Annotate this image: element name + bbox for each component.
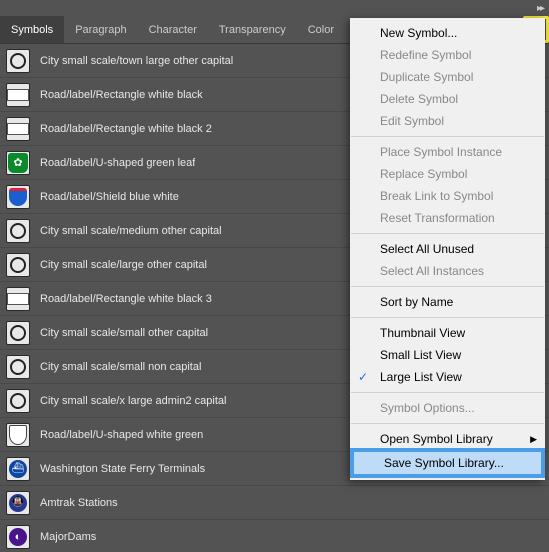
symbol-label: Road/label/Rectangle white black 2 [40, 123, 212, 135]
symbol-thumbnail [6, 253, 30, 277]
symbol-label: City small scale/small other capital [40, 327, 208, 339]
menu-item: Edit Symbol [350, 110, 545, 132]
menu-item-label: Open Symbol Library [380, 432, 493, 446]
symbol-thumbnail [6, 151, 30, 175]
symbol-thumbnail: 🚇 [6, 491, 30, 515]
symbol-label: Road/label/U-shaped green leaf [40, 157, 195, 169]
tab-symbols[interactable]: Symbols [0, 16, 64, 43]
menu-item: Break Link to Symbol [350, 185, 545, 207]
symbol-label: Amtrak Stations [40, 497, 118, 509]
symbol-thumbnail: ◐ [6, 525, 30, 549]
symbol-thumbnail [6, 389, 30, 413]
menu-item-label: Place Symbol Instance [380, 145, 502, 159]
menu-separator [351, 317, 544, 318]
menu-item-label: New Symbol... [380, 26, 457, 40]
menu-item[interactable]: Sort by Name [350, 291, 545, 313]
expand-icon[interactable]: ▸▸ [537, 3, 543, 14]
menu-separator [351, 392, 544, 393]
symbol-label: Road/label/U-shaped white green [40, 429, 203, 441]
symbol-row[interactable]: 🚇 Amtrak Stations [0, 486, 549, 520]
menu-item-label: Save Symbol Library... [384, 456, 504, 470]
menu-separator [351, 286, 544, 287]
menu-item-label: Large List View [380, 370, 462, 384]
symbol-thumbnail [6, 49, 30, 73]
menu-item[interactable]: Small List View [350, 344, 545, 366]
menu-item-label: Symbol Options... [380, 401, 475, 415]
menu-item-label: Sort by Name [380, 295, 453, 309]
menu-item[interactable]: Select All Unused [350, 238, 545, 260]
symbol-thumbnail [6, 423, 30, 447]
tab-color[interactable]: Color [297, 16, 345, 43]
menu-item[interactable]: ✓ Large List View [350, 366, 545, 388]
symbol-row[interactable]: ◐ MajorDams [0, 520, 549, 552]
symbol-label: Road/label/Rectangle white black 3 [40, 293, 212, 305]
menu-item[interactable]: Save Symbol Library... [350, 448, 545, 478]
menu-item-label: Redefine Symbol [380, 48, 471, 62]
symbol-thumbnail [6, 219, 30, 243]
tab-transparency[interactable]: Transparency [208, 16, 297, 43]
menu-item: Replace Symbol [350, 163, 545, 185]
symbol-label: Road/label/Shield blue white [40, 191, 179, 203]
menu-item-label: Select All Instances [380, 264, 484, 278]
symbol-label: Washington State Ferry Terminals [40, 463, 205, 475]
menu-item: Delete Symbol [350, 88, 545, 110]
menu-separator [351, 233, 544, 234]
menu-item: Reset Transformation [350, 207, 545, 229]
menu-item[interactable]: New Symbol... [350, 22, 545, 44]
menu-item-label: Select All Unused [380, 242, 474, 256]
symbol-thumbnail [6, 185, 30, 209]
menu-item: Place Symbol Instance [350, 141, 545, 163]
check-icon: ✓ [358, 370, 368, 384]
menu-item: Duplicate Symbol [350, 66, 545, 88]
menu-item: Select All Instances [350, 260, 545, 282]
symbol-thumbnail [6, 355, 30, 379]
submenu-arrow-icon: ▶ [530, 434, 537, 445]
menu-item-label: Duplicate Symbol [380, 70, 473, 84]
symbol-thumbnail: ⛴ [6, 457, 30, 481]
panel-header-strip: ▸▸ [0, 0, 549, 16]
symbol-thumbnail [6, 117, 30, 141]
tab-character[interactable]: Character [138, 16, 208, 43]
menu-item-label: Thumbnail View [380, 326, 465, 340]
menu-item-label: Reset Transformation [380, 211, 495, 225]
menu-item[interactable]: Open Symbol Library ▶ [350, 428, 545, 450]
menu-item: Redefine Symbol [350, 44, 545, 66]
symbol-thumbnail [6, 83, 30, 107]
panel-flyout-menu: New Symbol... Redefine Symbol Duplicate Sy… [350, 18, 545, 480]
symbol-label: Road/label/Rectangle white black [40, 89, 203, 101]
symbol-label: City small scale/town large other capita… [40, 55, 233, 67]
menu-separator [351, 136, 544, 137]
tab-paragraph[interactable]: Paragraph [64, 16, 137, 43]
symbol-thumbnail [6, 287, 30, 311]
symbol-label: MajorDams [40, 531, 96, 543]
menu-item-label: Edit Symbol [380, 114, 444, 128]
menu-item: Symbol Options... [350, 397, 545, 419]
symbol-thumbnail [6, 321, 30, 345]
symbol-label: City small scale/small non capital [40, 361, 201, 373]
symbol-label: City small scale/large other capital [40, 259, 207, 271]
menu-item-label: Delete Symbol [380, 92, 458, 106]
menu-item-label: Small List View [380, 348, 461, 362]
menu-item[interactable]: Thumbnail View [350, 322, 545, 344]
menu-item-label: Replace Symbol [380, 167, 467, 181]
menu-item-label: Break Link to Symbol [380, 189, 493, 203]
symbol-label: City small scale/medium other capital [40, 225, 222, 237]
symbol-label: City small scale/x large admin2 capital [40, 395, 226, 407]
menu-separator [351, 423, 544, 424]
